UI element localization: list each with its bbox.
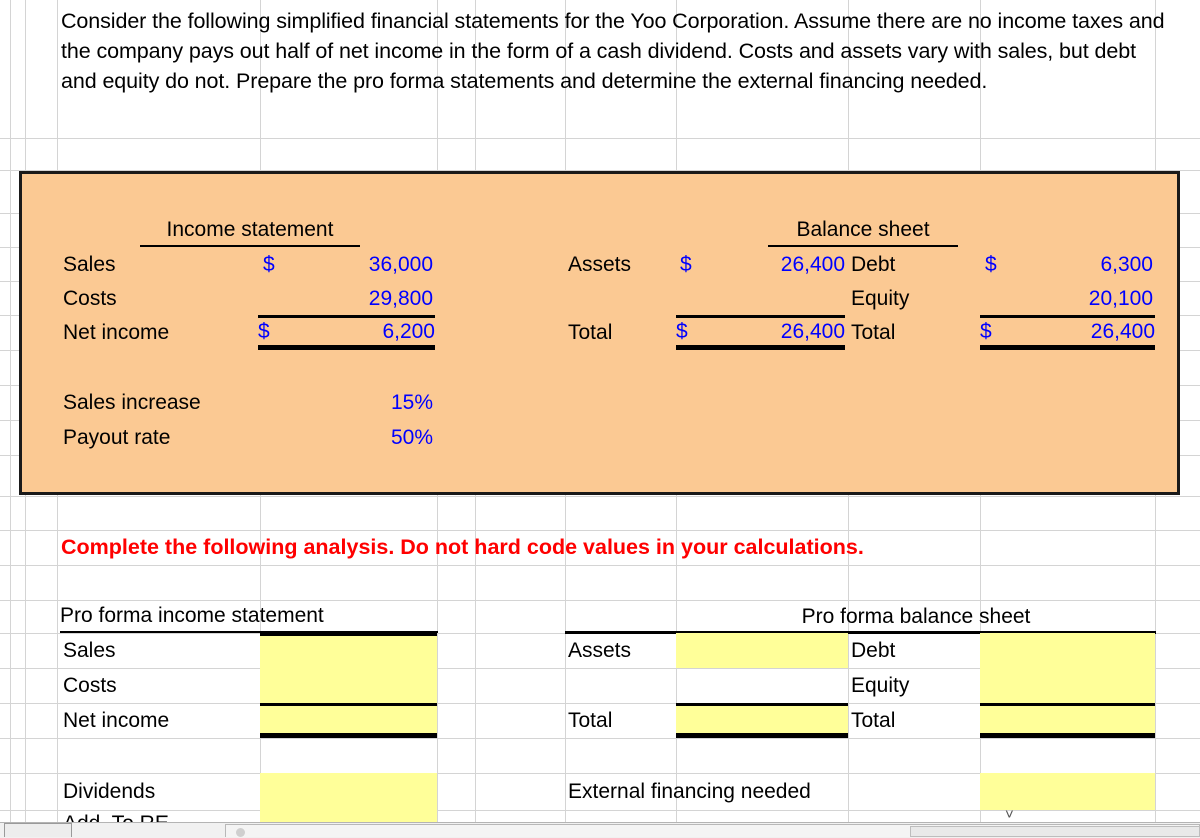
given-bs-value-equity: 20,100 bbox=[1088, 286, 1153, 310]
chevron-down-icon: ˅ bbox=[1005, 806, 1014, 823]
given-income-value-sales: 36,000 bbox=[368, 252, 433, 276]
toolbar-icon[interactable] bbox=[236, 828, 245, 837]
given-bs-currency-liab-total: $ bbox=[980, 315, 1015, 350]
gridline-horizontal bbox=[0, 496, 1200, 497]
proforma-income-value-dividends[interactable] bbox=[263, 773, 434, 810]
given-income-value-net-income: 6,200 bbox=[293, 315, 435, 350]
proforma-bs-value-assets[interactable] bbox=[679, 633, 845, 668]
income-statement-title: Income statement bbox=[140, 213, 360, 247]
sheet-tab[interactable] bbox=[4, 823, 72, 837]
proforma-bs-value-assets-total[interactable] bbox=[679, 703, 845, 738]
given-income-label-net-income: Net income bbox=[63, 321, 170, 344]
proforma-income-value-sales[interactable] bbox=[263, 633, 434, 668]
balance-sheet-title: Balance sheet bbox=[768, 213, 958, 247]
assumption-label-sales-increase: Sales increase bbox=[63, 391, 201, 414]
proforma-bs-label-debt: Debt bbox=[851, 639, 896, 662]
proforma-income-label-net-income: Net income bbox=[63, 709, 170, 732]
proforma-bs-label-liab-total: Total bbox=[851, 709, 896, 732]
proforma-bs-value-debt[interactable] bbox=[983, 633, 1152, 668]
given-bs-value-assets-total: 26,400 bbox=[710, 315, 845, 350]
given-bs-label-liab-total: Total bbox=[851, 321, 896, 344]
proforma-income-statement-title: Pro forma income statement bbox=[60, 600, 438, 633]
gridline-horizontal bbox=[0, 565, 1200, 566]
gridline-vertical bbox=[10, 0, 11, 822]
proforma-income-label-costs: Costs bbox=[63, 674, 117, 697]
assumption-value-sales-increase: 15% bbox=[390, 391, 433, 414]
status-bar-segment[interactable] bbox=[910, 826, 1200, 837]
proforma-income-label-dividends: Dividends bbox=[63, 780, 156, 803]
given-bs-label-equity: Equity bbox=[851, 286, 910, 310]
proforma-bs-label-assets-blank bbox=[568, 668, 674, 703]
given-bs-currency-assets: $ bbox=[680, 252, 692, 276]
proforma-bs-label-assets: Assets bbox=[568, 639, 632, 662]
efn-label: External financing needed bbox=[568, 780, 811, 803]
spreadsheet-canvas[interactable]: Consider the following simplified financ… bbox=[0, 0, 1200, 838]
given-income-currency-costs bbox=[263, 281, 293, 315]
given-bs-label-assets: Assets bbox=[568, 252, 632, 276]
given-income-currency-sales: $ bbox=[263, 252, 275, 276]
given-bs-currency-debt: $ bbox=[985, 252, 997, 276]
proforma-bs-value-liab-total[interactable] bbox=[983, 703, 1152, 738]
instruction-text: Complete the following analysis. Do not … bbox=[61, 534, 864, 559]
given-income-currency-net-income: $ bbox=[258, 315, 293, 350]
given-bs-currency-assets-total: $ bbox=[676, 315, 710, 350]
proforma-income-value-costs[interactable] bbox=[263, 668, 434, 703]
proforma-bs-value-equity[interactable] bbox=[983, 668, 1152, 703]
given-bs-value-liab-total: 26,400 bbox=[1015, 315, 1155, 350]
assumption-label-payout-rate: Payout rate bbox=[63, 426, 171, 449]
proforma-bs-label-equity: Equity bbox=[851, 674, 910, 697]
given-income-value-costs: 29,800 bbox=[368, 286, 433, 310]
gridline-horizontal bbox=[0, 138, 1200, 139]
given-bs-label-assets-total: Total bbox=[568, 321, 613, 344]
given-income-label-sales: Sales bbox=[63, 252, 116, 276]
assumption-value-payout-rate: 50% bbox=[390, 426, 433, 449]
given-bs-value-assets: 26,400 bbox=[780, 252, 845, 276]
given-bs-value-debt: 6,300 bbox=[1100, 252, 1153, 276]
given-bs-currency-equity bbox=[985, 281, 1015, 315]
problem-statement-text: Consider the following simplified financ… bbox=[61, 9, 1165, 93]
efn-value[interactable] bbox=[983, 773, 1152, 810]
proforma-bs-label-assets-total: Total bbox=[568, 709, 613, 732]
given-income-label-costs: Costs bbox=[63, 286, 117, 310]
proforma-income-label-sales: Sales bbox=[63, 639, 116, 662]
given-bs-label-assets-blank bbox=[568, 281, 678, 315]
proforma-income-value-net-income[interactable] bbox=[263, 703, 434, 738]
given-bs-label-debt: Debt bbox=[851, 252, 896, 276]
gridline-horizontal bbox=[0, 738, 1200, 739]
proforma-balance-sheet-title: Pro forma balance sheet bbox=[801, 605, 1031, 628]
